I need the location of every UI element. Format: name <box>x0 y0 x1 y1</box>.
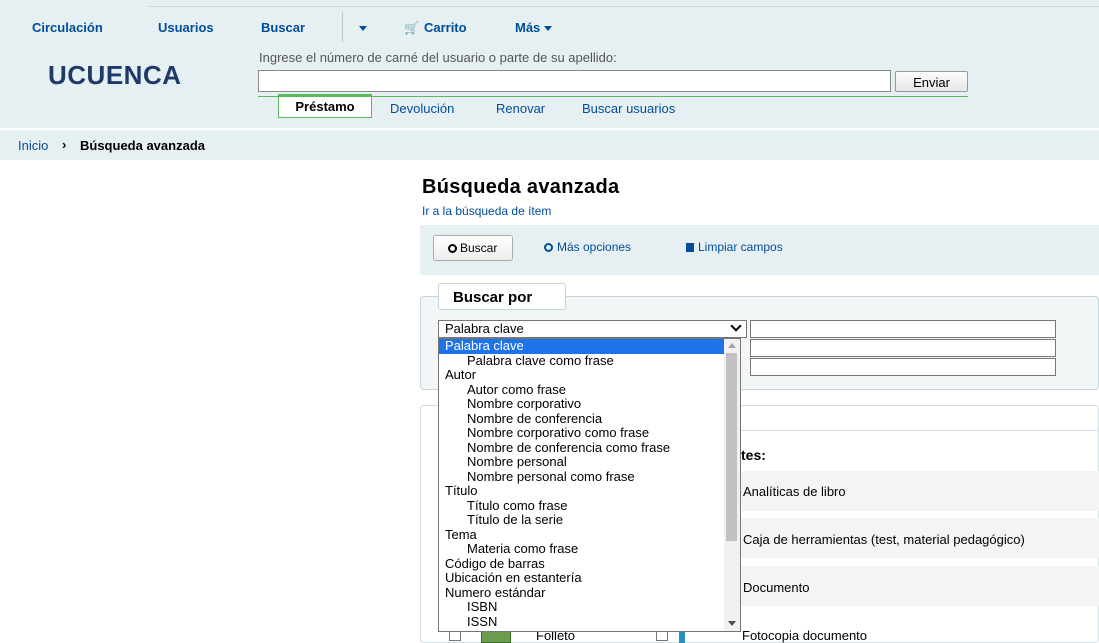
item-type-label: Caja de herramientas (test, material ped… <box>743 532 1025 547</box>
breadcrumb-current: Búsqueda avanzada <box>80 138 205 153</box>
patron-search-input[interactable] <box>258 70 891 92</box>
panel-divider <box>740 430 1099 431</box>
search-term-input-3[interactable] <box>750 358 1056 376</box>
item-type-heading: tes: <box>741 447 766 463</box>
dropdown-option[interactable]: Código de barras <box>439 556 725 572</box>
search-index-select[interactable]: Palabra clave <box>438 320 747 338</box>
nav-buscar-dropdown[interactable] <box>355 20 367 35</box>
search-index-dropdown[interactable]: Palabra clave Palabra clave como frase Aut… <box>438 338 741 632</box>
dropdown-option[interactable]: ISBN <box>439 599 725 615</box>
tab-renovar[interactable]: Renovar <box>496 101 545 116</box>
scrollbar-thumb[interactable] <box>726 353 737 541</box>
trash-icon <box>686 243 694 252</box>
dropdown-option[interactable]: Nombre personal <box>439 454 725 470</box>
more-options-label: Más opciones <box>557 240 632 254</box>
dropdown-option[interactable]: Ubicación en estantería <box>439 570 725 586</box>
dropdown-option[interactable]: Autor como frase <box>439 382 725 398</box>
breadcrumb-home[interactable]: Inicio <box>18 138 48 153</box>
search-toolbar: Buscar Más opciones Limpiar campos <box>420 225 1099 275</box>
zoom-in-icon <box>544 243 553 252</box>
header-top-border <box>148 6 1099 7</box>
nav-circulacion[interactable]: Circulación <box>32 20 103 35</box>
nav-buscar[interactable]: Buscar <box>261 20 305 35</box>
dropdown-option[interactable]: Materia como frase <box>439 541 725 557</box>
dropdown-option[interactable]: Título como frase <box>439 498 725 514</box>
item-type-label: Documento <box>743 580 810 595</box>
dropdown-option[interactable]: Nombre de conferencia como frase <box>439 440 725 456</box>
item-type-label: Analíticas de libro <box>743 484 846 499</box>
dropdown-scrollbar[interactable] <box>724 339 740 631</box>
tab-devolucion[interactable]: Devolución <box>390 101 454 116</box>
dropdown-option[interactable]: Nombre de conferencia <box>439 411 725 427</box>
item-search-link[interactable]: Ir a la búsqueda de ítem <box>422 204 551 218</box>
nav-carrito-label: Carrito <box>423 20 467 35</box>
search-button[interactable]: Buscar <box>433 235 513 261</box>
dropdown-option[interactable]: Tema <box>439 527 725 543</box>
cart-icon: 🛒 <box>404 21 419 35</box>
dropdown-option[interactable]: Numero estándar <box>439 585 725 601</box>
chevron-down-icon <box>544 26 553 32</box>
dropdown-option[interactable]: Título <box>439 483 725 499</box>
chevron-down-icon <box>730 320 742 332</box>
checkout-prompt: Ingrese el número de carné del usuario o… <box>259 50 617 65</box>
scroll-up-icon[interactable] <box>728 343 736 348</box>
scroll-down-icon[interactable] <box>728 621 736 626</box>
clear-fields-link[interactable]: Limpiar campos <box>686 240 783 254</box>
search-button-label: Buscar <box>460 241 498 255</box>
dropdown-option[interactable]: Palabra clave <box>439 339 725 354</box>
dropdown-option[interactable]: Autor <box>439 367 725 383</box>
search-by-legend: Buscar por <box>438 283 566 310</box>
dropdown-option[interactable]: Nombre personal como frase <box>439 469 725 485</box>
search-term-input-1[interactable] <box>750 320 1056 338</box>
search-term-input-2[interactable] <box>750 339 1056 357</box>
dropdown-option[interactable]: Nombre corporativo como frase <box>439 425 725 441</box>
breadcrumb: Inicio › Búsqueda avanzada <box>0 130 1099 160</box>
header: Circulación Usuarios Buscar 🛒 Carrito Más… <box>0 0 1099 128</box>
search-index-selected: Palabra clave <box>445 321 524 336</box>
page-title: Búsqueda avanzada <box>422 176 620 198</box>
tab-prestamo[interactable]: Préstamo <box>278 94 372 118</box>
dropdown-options: Palabra clave Palabra clave como frase Aut… <box>439 339 725 629</box>
search-icon <box>448 244 457 253</box>
dropdown-option[interactable]: Nombre corporativo <box>439 396 725 412</box>
chevron-down-icon <box>359 26 367 32</box>
dropdown-option[interactable]: Título de la serie <box>439 512 725 528</box>
breadcrumb-separator: › <box>62 137 67 152</box>
logo: UCUENCA <box>48 60 182 90</box>
send-button[interactable]: Enviar <box>895 71 968 92</box>
nav-mas-label: Más <box>515 20 541 35</box>
tab-buscar-usuarios[interactable]: Buscar usuarios <box>582 101 675 116</box>
dropdown-option[interactable]: ISSN <box>439 614 725 630</box>
nav-mas[interactable]: Más <box>515 20 553 35</box>
dropdown-option[interactable]: Palabra clave como frase <box>439 353 725 369</box>
clear-fields-label: Limpiar campos <box>698 240 783 254</box>
item-type-label: Fotocopia documento <box>742 628 868 643</box>
nav-carrito[interactable]: 🛒 Carrito <box>404 20 467 35</box>
nav-usuarios[interactable]: Usuarios <box>158 20 214 35</box>
more-options-link[interactable]: Más opciones <box>544 240 631 254</box>
nav-separator <box>342 12 343 42</box>
